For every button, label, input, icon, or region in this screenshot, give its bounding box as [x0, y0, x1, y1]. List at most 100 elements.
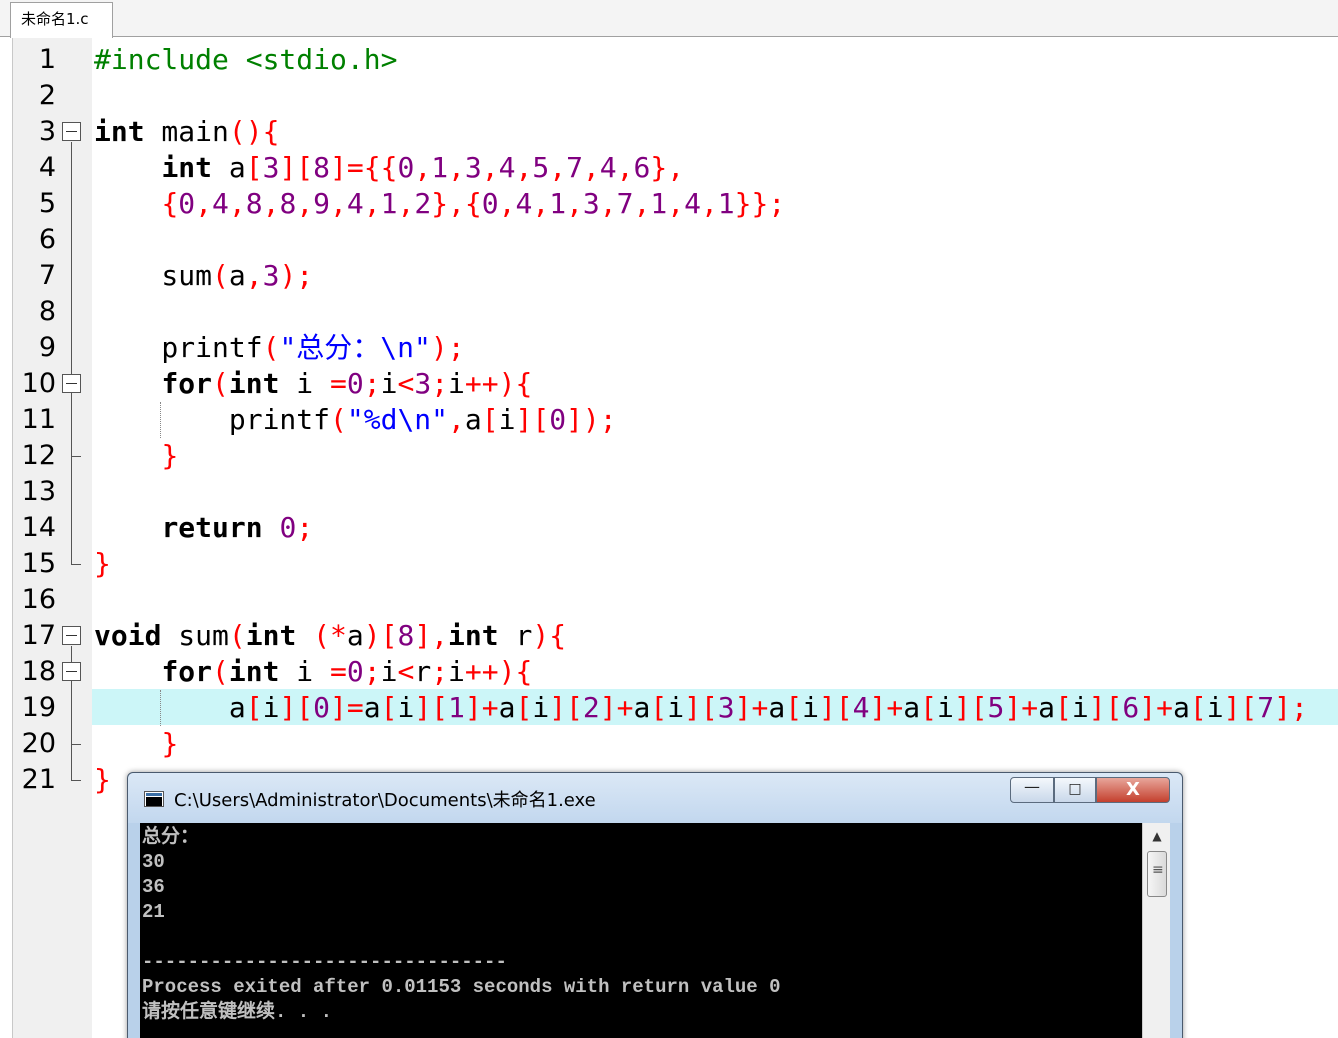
console-window[interactable]: C:\Users\Administrator\Documents\未命名1.ex…	[127, 772, 1183, 1038]
code-token: int	[94, 115, 145, 148]
code-token: 3	[717, 691, 735, 724]
code-token: ,	[195, 187, 213, 220]
code-token: ][	[515, 403, 550, 436]
close-button[interactable]: X	[1096, 777, 1170, 803]
code-token: a	[346, 619, 364, 652]
code-token: }	[94, 763, 111, 796]
code-token: 0	[279, 511, 297, 544]
code-line: printf("%d\n",a[i][0]);	[94, 402, 617, 438]
code-token: ;	[363, 367, 381, 400]
code-token: a	[498, 691, 516, 724]
line-number-gutter: 1 2 3 4 5 6 7 8 9 10 11 12 13 14 15 16 17 18 19 20 21	[12, 38, 92, 1038]
console-title: C:\Users\Administrator\Documents\未命名1.ex…	[174, 790, 596, 811]
code-token: (){	[228, 115, 280, 148]
fold-collapse-icon[interactable]	[62, 374, 81, 393]
code-token: int	[245, 619, 297, 652]
code-token: );	[279, 259, 314, 292]
code-token: ],	[414, 619, 449, 652]
code-token: )[	[363, 619, 398, 652]
code-token: [	[650, 691, 668, 724]
line-number: 9	[38, 332, 56, 363]
code-token: 5	[532, 151, 550, 184]
code-token: 1	[717, 187, 735, 220]
line-number: 6	[38, 224, 56, 255]
console-scrollbar[interactable]: ▲	[1142, 823, 1170, 1038]
fold-guide	[71, 394, 72, 456]
code-token: [	[515, 691, 533, 724]
code-token: (*	[313, 619, 347, 652]
code-token: i	[936, 691, 954, 724]
line-number: 1	[38, 44, 56, 75]
fold-collapse-icon[interactable]	[62, 122, 81, 141]
fold-guide	[71, 682, 72, 744]
fold-end-marker	[71, 456, 81, 457]
fold-collapse-icon[interactable]	[62, 626, 81, 645]
code-token: 4	[599, 151, 617, 184]
code-token: 0	[313, 691, 331, 724]
scroll-up-icon[interactable]: ▲	[1147, 829, 1167, 849]
code-token: 5	[987, 691, 1005, 724]
code-token: 8	[245, 187, 263, 220]
code-token: int	[228, 367, 280, 400]
code-token: 3	[464, 151, 482, 184]
code-line: }	[94, 546, 111, 582]
code-token: (	[262, 331, 280, 364]
code-line: int main(){	[94, 114, 279, 150]
code-token: ][	[279, 151, 314, 184]
code-line: }	[94, 762, 111, 798]
fold-collapse-icon[interactable]	[62, 662, 81, 681]
code-token: 0	[549, 403, 567, 436]
indent-guide	[160, 402, 161, 438]
code-token: 8	[279, 187, 297, 220]
code-token: [	[380, 691, 398, 724]
scroll-thumb[interactable]	[1147, 851, 1167, 897]
code-token: #include <stdio.h>	[94, 43, 398, 76]
code-token: i	[279, 655, 331, 688]
code-token: 4	[498, 151, 516, 184]
code-token: ,	[262, 187, 280, 220]
code-token: 8	[397, 619, 415, 652]
minimize-button[interactable]: —	[1010, 777, 1054, 803]
code-token: a	[768, 691, 786, 724]
code-token: 4	[684, 187, 701, 220]
fold-end-marker	[71, 564, 81, 565]
code-token: ++){	[464, 367, 533, 400]
code-token: ]+	[869, 691, 904, 724]
code-token: 4	[346, 187, 364, 220]
code-token: main	[144, 115, 229, 148]
code-token: ,	[633, 187, 651, 220]
code-token: ,	[448, 403, 465, 436]
code-line: }	[94, 726, 178, 762]
code-line: sum(a,3);	[94, 258, 313, 294]
code-token: 0	[481, 187, 499, 220]
code-token: 1	[431, 151, 449, 184]
editor-tab-bar: 未命名1.c	[0, 0, 1338, 38]
code-token: ]+	[1139, 691, 1173, 724]
maximize-button[interactable]: □	[1054, 777, 1096, 803]
code-token: void	[94, 619, 162, 652]
code-token: }	[161, 439, 179, 472]
code-token: =	[330, 655, 347, 688]
code-token: ]+	[1004, 691, 1039, 724]
fold-guide	[71, 142, 72, 564]
tab-file[interactable]: 未命名1.c	[10, 2, 113, 38]
code-token: ,	[582, 151, 600, 184]
console-title-bar[interactable]: C:\Users\Administrator\Documents\未命名1.ex…	[128, 773, 1182, 823]
indent-guide	[160, 690, 161, 726]
code-token: ][	[818, 691, 853, 724]
code-token: [	[1054, 691, 1072, 724]
line-number: 19	[21, 692, 56, 723]
code-token: for	[161, 367, 213, 400]
code-token: i	[498, 403, 516, 436]
code-token: [	[245, 691, 263, 724]
code-token: ]+	[464, 691, 499, 724]
code-token: a	[1038, 691, 1055, 724]
code-token: (	[212, 259, 229, 292]
line-number: 2	[38, 80, 56, 111]
code-token: ,	[228, 187, 246, 220]
code-token: 3	[262, 259, 280, 292]
code-token: 9	[313, 187, 331, 220]
